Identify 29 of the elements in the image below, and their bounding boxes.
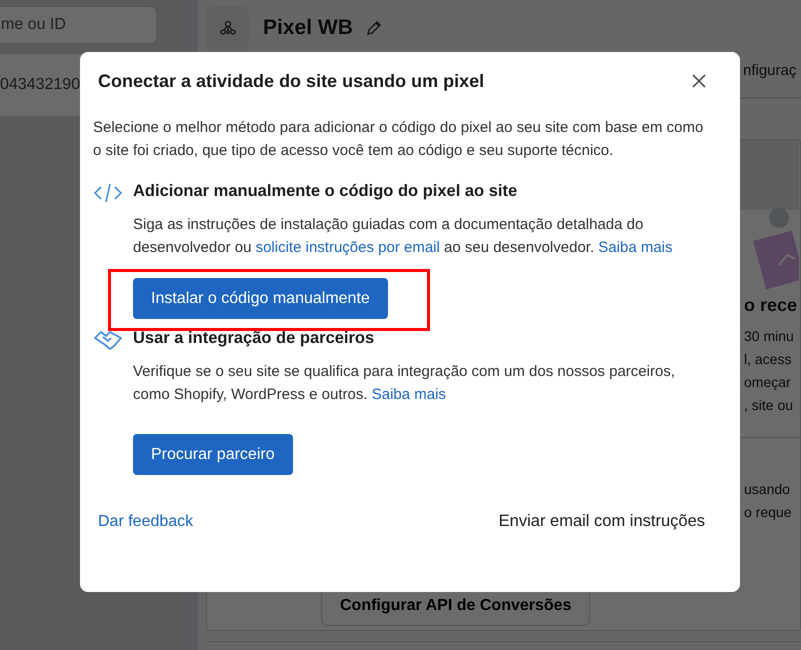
body-text: 30 minu [744, 327, 795, 346]
intro-text: Selecione o melhor método para adicionar o código do pixel ao seu site com base em como o site foi criado, que tipo de acesso você tem ao código e seu suporte técnico. [93, 118, 704, 161]
section-heading: o rece [744, 295, 798, 317]
body-text: l, acess [744, 350, 792, 369]
option-title: Adicionar manualmente o código do pixel ao site [133, 182, 518, 202]
pixel-title: Pixel WB [263, 16, 353, 40]
body-text: o reque [744, 503, 792, 522]
dialog-title: Conectar a atividade do site usando um pixel [98, 70, 484, 92]
option-description: Verifique se o seu site se qualifica para integração com um dos nossos parceiros, como Shopify, WordPress e outros. Saiba mais [133, 362, 676, 405]
primary-button[interactable]: Procurar parceiro [133, 434, 293, 475]
search-field[interactable]: me ou ID [0, 6, 157, 44]
body-text: omeçar [744, 373, 792, 392]
option-title: Usar a integração de parceiros [133, 329, 376, 349]
pencil-icon [364, 18, 383, 36]
handshake-icon [93, 329, 123, 351]
body-text: , site ou [744, 396, 794, 415]
link[interactable]: Saiba mais [372, 386, 446, 403]
body-text: usando [744, 480, 791, 499]
network-icon [220, 20, 236, 36]
feedback-link[interactable]: Dar feedback [98, 512, 194, 530]
code-icon [93, 182, 123, 204]
link[interactable]: Saiba mais [598, 239, 672, 256]
settings-tab[interactable]: nfiguraç [743, 62, 796, 97]
email-instructions-button[interactable]: Enviar email com instruções [498, 512, 705, 531]
close-button[interactable] [690, 72, 708, 90]
link[interactable]: solicite instruções por email [256, 239, 440, 256]
close-icon [692, 74, 706, 88]
primary-button[interactable]: Instalar o código manualmente [133, 278, 388, 319]
option-description: Siga as instruções de instalação guiadas com a documentação detalhada do desenvolvedor ou solicite instruções por email ao seu desenvolvedor. Saiba mais [133, 215, 674, 258]
